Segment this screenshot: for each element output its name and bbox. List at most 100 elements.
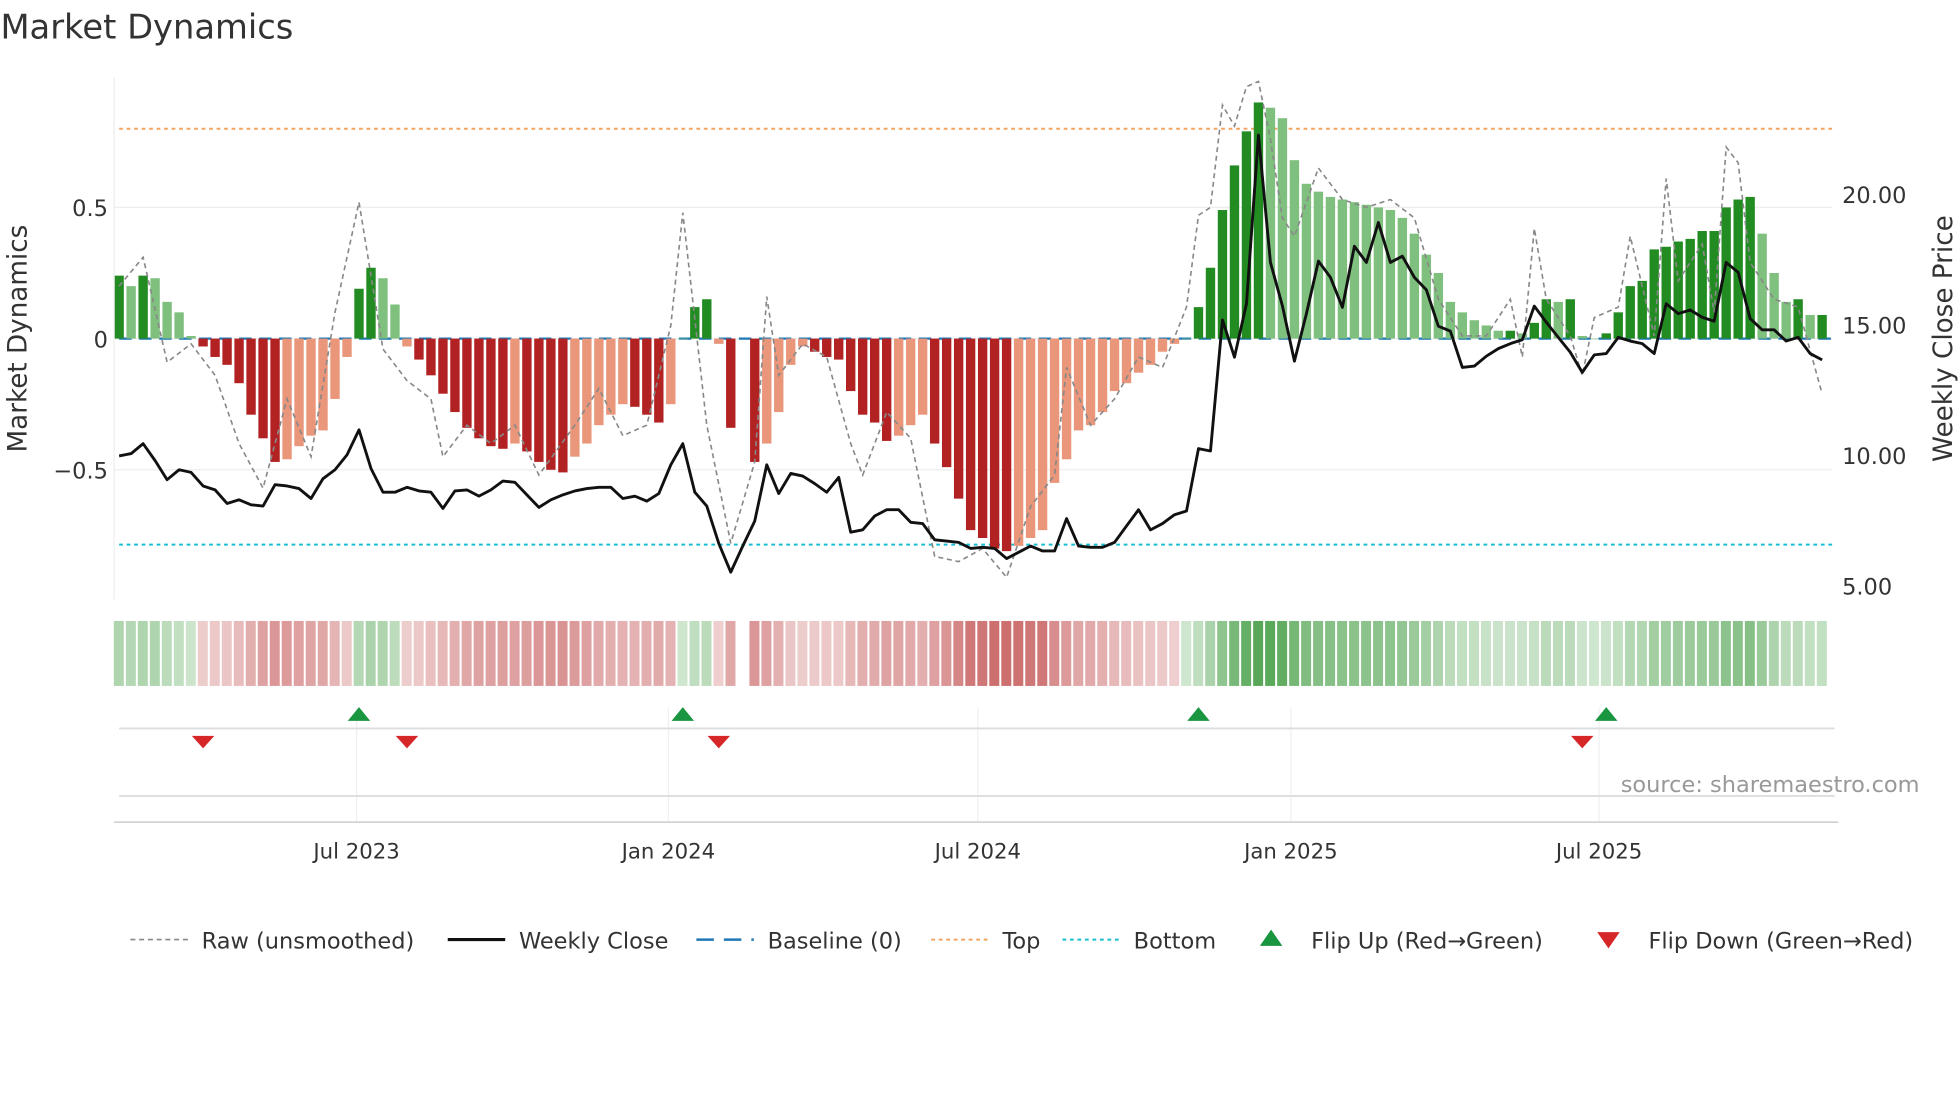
- dynamics-bar: [1589, 338, 1599, 340]
- heat-strip-cell: [1049, 620, 1060, 686]
- heat-strip-cell: [1013, 620, 1024, 686]
- dynamics-bar: [1505, 330, 1515, 339]
- dynamics-bar: [1685, 238, 1695, 339]
- heat-strip-cell: [893, 620, 904, 686]
- heat-strip-cell: [1612, 620, 1623, 686]
- heat-strip-cell: [1337, 620, 1348, 686]
- heat-strip-cell: [1720, 620, 1731, 686]
- heat-strip-cell: [557, 620, 568, 686]
- right-tick-label: 5.00: [1842, 575, 1892, 601]
- heat-strip-cell: [1469, 620, 1480, 686]
- heat-strip-cell: [125, 620, 136, 686]
- heat-strip-cell: [1265, 620, 1276, 686]
- heat-strip-cell: [329, 620, 340, 686]
- heat-strip-cell: [1696, 620, 1707, 686]
- heat-strip-cell: [1600, 620, 1611, 686]
- heat-strip-cell: [1133, 620, 1144, 686]
- dynamics-bar: [174, 312, 184, 339]
- heat-strip-cell: [1277, 620, 1288, 686]
- heat-strip-cell: [1576, 620, 1587, 686]
- dynamics-bar: [438, 338, 448, 394]
- dynamics-bar: [1361, 204, 1372, 339]
- dynamics-bar: [666, 338, 676, 405]
- heat-strip-cell: [161, 620, 172, 686]
- dynamics-bar: [246, 338, 256, 415]
- heat-strip-cell: [137, 620, 148, 686]
- heat-strip-cell: [389, 620, 400, 686]
- dynamics-bar: [1613, 312, 1623, 339]
- heat-strip-cell: [1780, 620, 1791, 686]
- dynamics-bar: [1781, 301, 1791, 339]
- legend-label: Top: [1001, 928, 1040, 954]
- legend-label: Raw (unsmoothed): [202, 928, 415, 954]
- dynamics-bar: [953, 338, 964, 499]
- dynamics-bar: [834, 338, 844, 360]
- heat-strip-cell: [1025, 620, 1036, 686]
- heat-strip-cell: [605, 620, 616, 686]
- legend-label: Weekly Close: [519, 928, 668, 954]
- heat-strip-cell: [341, 620, 352, 686]
- dynamics-bar: [1493, 330, 1503, 339]
- heat-strip-cell: [713, 620, 724, 686]
- dynamics-bar: [234, 338, 244, 384]
- heat-strip-cell: [629, 620, 640, 686]
- dynamics-bar: [1601, 333, 1611, 339]
- heat-strip-cell: [413, 620, 424, 686]
- dynamics-bar: [1097, 338, 1108, 413]
- heat-strip-cell: [1756, 620, 1767, 686]
- dynamics-bar: [450, 338, 460, 413]
- dynamics-bar: [162, 301, 172, 339]
- heat-strip-cell: [257, 620, 268, 686]
- heat-strip-cell: [953, 620, 964, 686]
- heat-strip-cell: [1816, 620, 1827, 686]
- heat-strip-cell: [281, 620, 292, 686]
- dynamics-bar: [1289, 160, 1300, 339]
- left-tick-label: 0.5: [72, 196, 108, 222]
- dynamics-bar: [1037, 338, 1048, 531]
- heat-strip-cell: [509, 620, 520, 686]
- dynamics-bar: [1181, 338, 1192, 340]
- dynamics-bar: [414, 338, 424, 360]
- dynamics-bar: [498, 338, 508, 449]
- heat-strip-cell: [965, 620, 976, 686]
- right-tick-label: 20.00: [1842, 183, 1906, 209]
- heat-strip-cell: [701, 620, 712, 686]
- heat-strip-cell: [761, 620, 772, 686]
- heat-strip-cell: [845, 620, 856, 686]
- heat-strip-cell: [1181, 620, 1192, 686]
- heat-strip-cell: [521, 620, 532, 686]
- heat-strip-cell: [785, 620, 796, 686]
- legend-label: Baseline (0): [768, 928, 902, 954]
- heat-strip-cell: [1145, 620, 1156, 686]
- heat-strip-cell: [665, 620, 676, 686]
- heat-strip-cell: [689, 620, 700, 686]
- dynamics-bar: [1577, 335, 1587, 339]
- dynamics-bar: [1049, 338, 1060, 483]
- heat-strip-cell: [1528, 620, 1539, 686]
- x-tick-label: Jul 2023: [311, 839, 399, 864]
- heat-strip-cell: [233, 620, 244, 686]
- heat-strip-cell: [1732, 620, 1743, 686]
- heat-strip-cell: [1684, 620, 1695, 686]
- x-tick-label: Jan 2024: [620, 839, 716, 864]
- dynamics-bar: [1157, 338, 1168, 352]
- dynamics-bar: [366, 267, 376, 339]
- left-axis-title: Market Dynamics: [4, 225, 34, 453]
- heat-strip-cell: [1229, 620, 1240, 686]
- heat-strip-cell: [1169, 620, 1180, 686]
- dynamics-bar: [126, 286, 136, 339]
- heat-strip-cell: [653, 620, 664, 686]
- dynamics-bar: [846, 338, 856, 392]
- heat-strip-cell: [1157, 620, 1168, 686]
- heat-strip-cell: [857, 620, 868, 686]
- heat-strip-cell: [1193, 620, 1204, 686]
- heat-strip-cell: [941, 620, 952, 686]
- dynamics-bar: [510, 338, 520, 444]
- flip-down-marker: [191, 735, 215, 749]
- dynamics-bar: [594, 338, 604, 426]
- heat-strip-cell: [569, 620, 580, 686]
- dynamics-bar: [570, 338, 580, 457]
- dynamics-bar: [822, 338, 832, 357]
- heat-strip-cell: [821, 620, 832, 686]
- heat-strip-cell: [1037, 620, 1048, 686]
